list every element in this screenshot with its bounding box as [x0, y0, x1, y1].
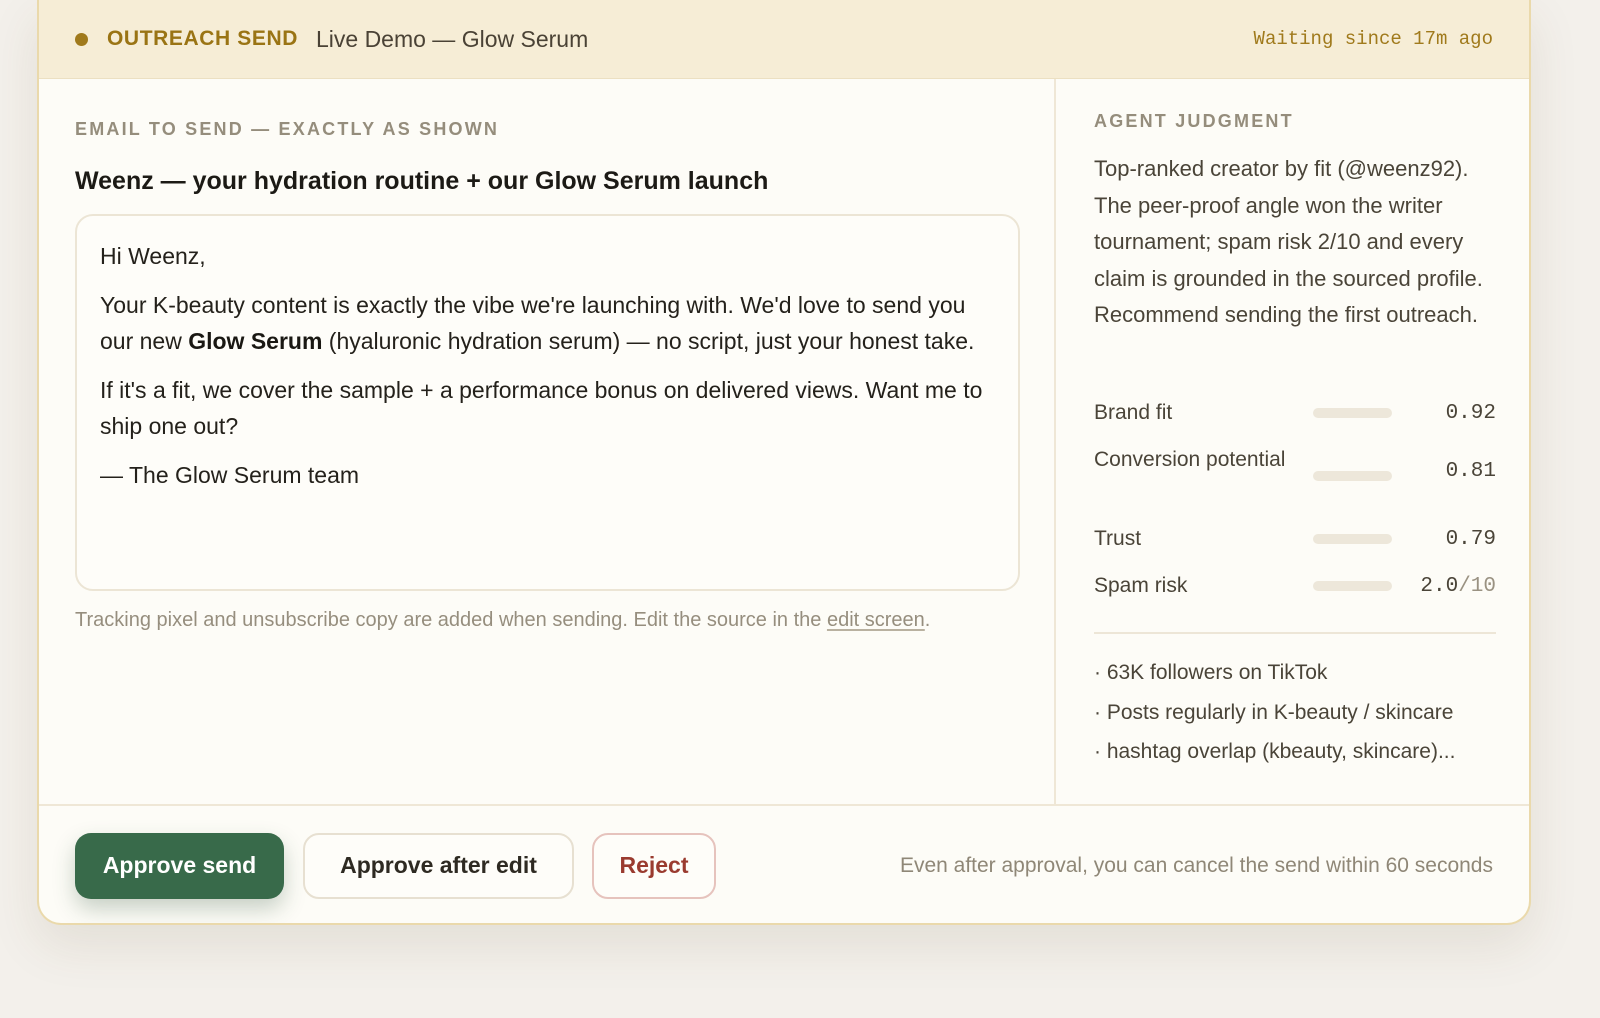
email-paragraph-1-end: (hyaluronic hydration serum) — no script… [322, 328, 975, 354]
spam-score: 2.0 [1420, 574, 1459, 598]
metric-value: 0.81 [1445, 460, 1496, 483]
metric-value: 2.0/10 [1420, 575, 1496, 598]
footnote-end: . [924, 609, 931, 631]
fact-item: · Posts regularly in K-beauty / skincare [1094, 700, 1454, 724]
metric-trust: Trust 0.79 [1094, 523, 1496, 555]
metric-label: Trust [1094, 527, 1142, 550]
judgment-panel: AGENT JUDGMENT Top-ranked creator by fit… [1058, 79, 1529, 804]
footnote-text: Tracking pixel and unsubscribe copy are … [75, 609, 827, 631]
approve-after-edit-button[interactable]: Approve after edit [303, 832, 574, 899]
email-paragraph-1: Your K-beauty content is exactly the vib… [100, 287, 995, 359]
edit-screen-link[interactable]: edit screen [827, 609, 925, 631]
email-section-label: EMAIL TO SEND — EXACTLY AS SHOWN [75, 119, 500, 139]
metric-label: Conversion potential [1094, 448, 1286, 471]
metric-label: Brand fit [1094, 401, 1173, 424]
outreach-badge: OUTREACH SEND [107, 27, 298, 50]
approve-send-button[interactable]: Approve send [75, 832, 284, 899]
action-bar: Approve send Approve after edit Reject E… [39, 804, 1529, 923]
email-panel: EMAIL TO SEND — EXACTLY AS SHOWN Weenz —… [39, 79, 1056, 804]
metric-bar [1313, 408, 1392, 418]
email-greeting: Hi Weenz, [100, 243, 206, 269]
metric-value: 0.79 [1445, 527, 1496, 551]
status-dot-icon [75, 32, 88, 46]
divider [1094, 632, 1496, 634]
fact-item: · hashtag overlap (kbeauty, skincare)... [1094, 740, 1456, 763]
metric-bar [1313, 471, 1392, 481]
metric-conversion-potential: Conversion potential 0.81 [1094, 444, 1496, 483]
metric-bar [1313, 534, 1392, 544]
approval-card: OUTREACH SEND Live Demo — Glow Serum Wai… [37, 0, 1531, 925]
metric-label: Spam risk [1094, 574, 1188, 597]
spam-score-denominator: /10 [1458, 574, 1496, 598]
metric-brand-fit: Brand fit 0.92 [1094, 397, 1496, 429]
waiting-time: Waiting since 17m ago [1253, 28, 1493, 50]
email-subject: Weenz — your hydration routine + our Glo… [75, 167, 769, 195]
cancel-window-note: Even after approval, you can cancel the … [899, 853, 1493, 877]
email-footnote: Tracking pixel and unsubscribe copy are … [75, 605, 1005, 636]
metric-bar [1313, 581, 1392, 591]
email-signoff: — The Glow Serum team [100, 462, 360, 488]
product-name: Glow Serum [188, 328, 323, 354]
campaign-title: Live Demo — Glow Serum [315, 25, 589, 52]
judgment-section-label: AGENT JUDGMENT [1094, 111, 1294, 131]
judgment-summary: Top-ranked creator by fit (@weenz92). Th… [1094, 156, 1483, 327]
fact-item: · 63K followers on TikTok [1094, 661, 1328, 684]
metric-value: 0.92 [1445, 401, 1496, 425]
card-header: OUTREACH SEND Live Demo — Glow Serum Wai… [39, 0, 1529, 79]
email-paragraph-2: If it's a fit, we cover the sample + a p… [100, 377, 983, 439]
email-body: Hi Weenz, Your K-beauty content is exact… [75, 214, 1020, 591]
creator-facts: · 63K followers on TikTok · Posts regula… [1094, 653, 1504, 772]
reject-button[interactable]: Reject [592, 832, 716, 899]
metric-spam-risk: Spam risk 2.0/10 [1094, 570, 1496, 602]
